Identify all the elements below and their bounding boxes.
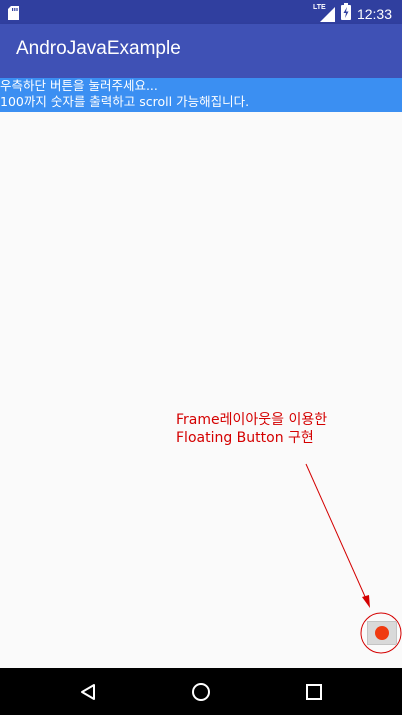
sd-card-icon xyxy=(8,5,19,24)
annotation-text: Frame레이아웃을 이용한 Floating Button 구현 xyxy=(176,411,327,447)
status-time: 12:33 xyxy=(356,5,392,22)
lte-signal-icon: LTE xyxy=(312,3,335,23)
home-icon[interactable] xyxy=(189,680,213,704)
status-bar: LTE 12:33 xyxy=(0,0,402,24)
back-icon[interactable] xyxy=(76,680,100,704)
red-dot-icon xyxy=(375,626,389,640)
info-message: 우측하단 버튼을 눌러주세요... 100까지 숫자를 출력하고 scroll … xyxy=(0,78,402,112)
content-area xyxy=(0,112,402,668)
floating-action-button[interactable] xyxy=(367,621,397,645)
navigation-bar xyxy=(0,668,402,715)
recents-icon[interactable] xyxy=(302,680,326,704)
info-message-line-2: 100까지 숫자를 출력하고 scroll 가능해집니다. xyxy=(0,94,250,109)
app-title: AndroJavaExample xyxy=(16,38,181,59)
battery-charging-icon xyxy=(340,3,351,24)
lte-label: LTE xyxy=(312,3,326,11)
annotation-line-1: Frame레이아웃을 이용한 xyxy=(176,412,328,428)
annotation-line-2: Floating Button 구현 xyxy=(176,430,314,446)
info-message-line-1: 우측하단 버튼을 눌러주세요... xyxy=(0,78,158,93)
app-bar: AndroJavaExample xyxy=(0,24,402,78)
